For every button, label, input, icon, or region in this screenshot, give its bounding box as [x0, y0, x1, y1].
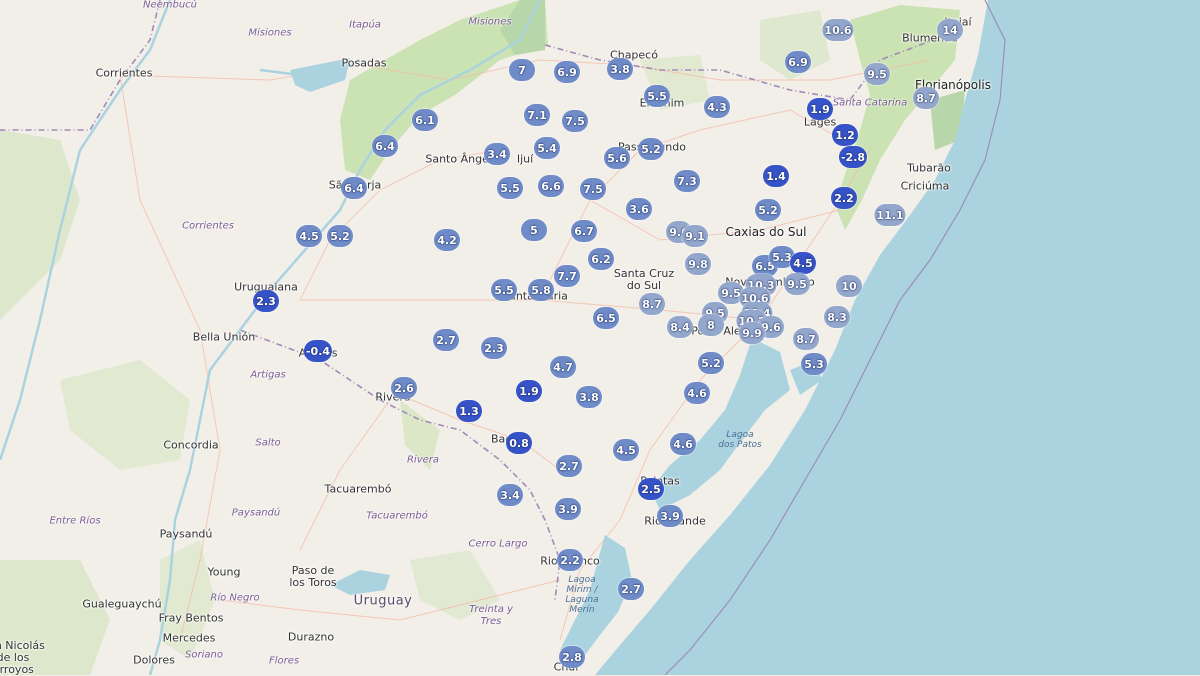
station-temperature-marker[interactable]: 8.3 [824, 306, 850, 328]
station-temperature-marker[interactable]: 5.2 [638, 138, 664, 160]
station-temperature-marker[interactable]: 2.3 [253, 290, 279, 312]
station-temperature-marker[interactable]: 2.8 [559, 646, 585, 668]
station-temperature-marker[interactable]: 4.5 [790, 252, 816, 274]
station-temperature-marker[interactable]: 3.6 [626, 198, 652, 220]
station-temperature-marker[interactable]: 3.9 [657, 505, 683, 527]
station-temperature-marker[interactable]: 5 [521, 219, 547, 241]
station-temperature-marker[interactable]: 7.5 [562, 110, 588, 132]
station-temperature-marker[interactable]: 10 [836, 275, 862, 297]
station-temperature-marker[interactable]: 5.6 [604, 147, 630, 169]
station-temperature-marker[interactable]: 5.5 [644, 85, 670, 107]
station-temperature-marker[interactable]: 9.1 [682, 225, 708, 247]
station-temperature-marker[interactable]: 2.7 [556, 455, 582, 477]
station-temperature-marker[interactable]: 4.7 [550, 356, 576, 378]
station-temperature-marker[interactable]: 4.6 [670, 433, 696, 455]
station-temperature-marker[interactable]: 1.2 [832, 124, 858, 146]
station-temperature-marker[interactable]: 3.4 [484, 143, 510, 165]
station-temperature-marker[interactable]: 3.8 [576, 386, 602, 408]
station-temperature-marker[interactable]: 1.3 [456, 400, 482, 422]
station-temperature-marker[interactable]: 2.5 [638, 478, 664, 500]
station-temperature-marker[interactable]: 7 [509, 59, 535, 81]
station-temperature-marker[interactable]: 8.7 [913, 87, 939, 109]
station-temperature-marker[interactable]: 5.4 [534, 137, 560, 159]
station-temperature-marker[interactable]: 10.6 [822, 19, 854, 41]
station-temperature-marker[interactable]: 9.9 [739, 322, 765, 344]
station-temperature-marker[interactable]: 1.9 [807, 98, 833, 120]
station-temperature-marker[interactable]: 2.7 [433, 329, 459, 351]
station-temperature-marker[interactable]: 7.3 [674, 170, 700, 192]
station-temperature-marker[interactable]: -2.8 [838, 146, 868, 168]
station-temperature-marker[interactable]: 6.6 [538, 175, 564, 197]
station-temperature-marker[interactable]: 7.1 [524, 104, 550, 126]
station-temperature-marker[interactable]: 2.2 [557, 549, 583, 571]
station-temperature-marker[interactable]: 6.7 [571, 220, 597, 242]
station-temperature-marker[interactable]: 6.5 [593, 307, 619, 329]
station-temperature-marker[interactable]: 9.5 [784, 273, 810, 295]
station-temperature-marker[interactable]: 0.8 [506, 432, 532, 454]
station-temperature-marker[interactable]: 5.3 [801, 353, 827, 375]
station-temperature-marker[interactable]: 2.2 [831, 187, 857, 209]
station-temperature-marker[interactable]: 6.4 [372, 135, 398, 157]
station-temperature-marker[interactable]: 1.4 [763, 165, 789, 187]
station-temperature-marker[interactable]: 2.3 [481, 337, 507, 359]
station-temperature-marker[interactable]: 4.5 [296, 225, 322, 247]
station-temperature-marker[interactable]: 5.2 [755, 199, 781, 221]
station-temperature-marker[interactable]: 7.7 [554, 265, 580, 287]
station-temperature-marker[interactable]: 4.5 [613, 439, 639, 461]
station-temperature-marker[interactable]: 7.5 [580, 178, 606, 200]
station-temperature-marker[interactable]: 8 [698, 314, 724, 336]
station-temperature-marker[interactable]: 5.2 [698, 352, 724, 374]
station-temperature-marker[interactable]: 8.7 [639, 293, 665, 315]
station-temperature-marker[interactable]: 6.9 [785, 51, 811, 73]
station-temperature-marker[interactable]: 6.9 [554, 61, 580, 83]
station-temperature-marker[interactable]: 14 [937, 19, 963, 41]
station-temperature-marker[interactable]: 8.4 [667, 316, 693, 338]
station-temperature-marker[interactable]: 4.6 [684, 382, 710, 404]
map-canvas[interactable] [0, 0, 1200, 675]
station-temperature-marker[interactable]: 1.9 [516, 380, 542, 402]
station-temperature-marker[interactable]: 6.2 [588, 248, 614, 270]
station-temperature-marker[interactable]: 5.8 [528, 279, 554, 301]
station-temperature-marker[interactable]: 5.2 [327, 225, 353, 247]
station-temperature-marker[interactable]: 6.1 [412, 109, 438, 131]
station-temperature-marker[interactable]: 3.9 [555, 498, 581, 520]
station-temperature-marker[interactable]: 9.8 [685, 253, 711, 275]
station-temperature-marker[interactable]: 2.7 [618, 578, 644, 600]
station-temperature-marker[interactable]: 2.6 [391, 377, 417, 399]
station-temperature-marker[interactable]: 3.8 [607, 58, 633, 80]
station-temperature-marker[interactable]: 11.1 [874, 204, 906, 226]
station-temperature-marker[interactable]: 5.5 [491, 279, 517, 301]
station-temperature-marker[interactable]: 3.4 [497, 484, 523, 506]
station-temperature-marker[interactable]: 5.5 [497, 177, 523, 199]
station-temperature-marker[interactable]: -0.4 [303, 340, 333, 362]
station-temperature-marker[interactable]: 9.5 [864, 63, 890, 85]
station-temperature-marker[interactable]: 4.2 [434, 229, 460, 251]
station-temperature-marker[interactable]: 8.7 [793, 328, 819, 350]
station-temperature-marker[interactable]: 6.4 [341, 177, 367, 199]
station-temperature-marker[interactable]: 4.3 [704, 96, 730, 118]
